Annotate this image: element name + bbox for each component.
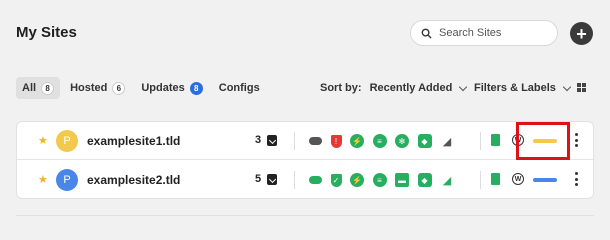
cube-icon[interactable]: ◆: [417, 173, 432, 187]
avatar: P: [56, 130, 78, 152]
divider: [16, 215, 594, 216]
cloud-icon[interactable]: [308, 137, 322, 145]
sort-value: Recently Added: [369, 82, 453, 94]
divider: [294, 171, 295, 189]
avatar: P: [56, 169, 78, 191]
database-icon[interactable]: ≡: [372, 173, 387, 187]
more-options-icon[interactable]: [574, 133, 578, 147]
updates-count[interactable]: 3: [255, 134, 278, 146]
tab-configs[interactable]: Configs: [213, 77, 266, 99]
shield-icon[interactable]: !: [330, 134, 342, 148]
label-tag[interactable]: [533, 178, 557, 182]
status-icons: ! ⚡ ≡ ✻ ◆ ◢: [308, 134, 463, 148]
sort-label: Sort by:: [320, 82, 362, 94]
site-name[interactable]: examplesite1.tld: [87, 134, 180, 148]
database-icon[interactable]: ≡: [372, 134, 387, 148]
speed-icon[interactable]: ⚡: [350, 134, 364, 148]
updates-number: 3: [255, 134, 262, 146]
divider: [294, 132, 295, 150]
settings-icon[interactable]: ✻: [395, 134, 409, 148]
tab-all[interactable]: All 8: [16, 77, 61, 99]
site-row[interactable]: ★ P examplesite1.tld 3 ! ⚡ ≡ ✻ ◆ ◢ W: [17, 122, 593, 160]
chart-icon[interactable]: ◢: [440, 134, 454, 148]
page-title: My Sites: [16, 24, 77, 41]
site-name[interactable]: examplesite2.tld: [87, 173, 180, 187]
search-icon: [421, 28, 432, 39]
updates-number: 5: [255, 173, 262, 185]
status-icons: ✓ ⚡ ≡ ▬ ◆ ◢: [308, 173, 463, 187]
more-options-icon[interactable]: [574, 172, 578, 186]
cloud-icon[interactable]: [308, 176, 322, 184]
divider: [480, 171, 481, 189]
filters-dropdown[interactable]: Filters & Labels: [474, 82, 572, 94]
tab-hosted[interactable]: Hosted 6: [64, 77, 131, 99]
add-site-button[interactable]: +: [570, 22, 593, 45]
wordpress-icon[interactable]: W: [512, 173, 524, 185]
sort-dropdown[interactable]: Sort by: Recently Added: [320, 82, 468, 94]
cube-icon[interactable]: ◆: [417, 134, 432, 148]
highlight-box: [516, 122, 570, 160]
tab-label: Hosted: [70, 82, 108, 94]
chevron-down-icon: [562, 82, 572, 91]
search-input[interactable]: [439, 27, 549, 39]
tab-updates[interactable]: Updates 8: [135, 77, 208, 99]
sites-list: ★ P examplesite1.tld 3 ! ⚡ ≡ ✻ ◆ ◢ W ★ P…: [16, 121, 594, 199]
download-icon: [267, 173, 278, 185]
filters-label: Filters & Labels: [474, 82, 556, 94]
search-box[interactable]: [410, 20, 558, 46]
document-icon[interactable]: [491, 173, 500, 185]
tab-count: 8: [41, 81, 55, 95]
updates-count[interactable]: 5: [255, 173, 278, 185]
site-row[interactable]: ★ P examplesite2.tld 5 ✓ ⚡ ≡ ▬ ◆ ◢ W: [17, 161, 593, 199]
star-icon[interactable]: ★: [38, 134, 48, 147]
document-icon[interactable]: [491, 134, 500, 146]
tab-count: 6: [112, 81, 126, 95]
download-icon: [267, 134, 278, 146]
tab-count: 8: [189, 81, 203, 95]
tab-label: Updates: [141, 82, 185, 94]
grid-view-icon[interactable]: [577, 83, 586, 92]
tab-label: All: [22, 82, 37, 94]
server-icon[interactable]: ▬: [395, 173, 409, 187]
shield-icon[interactable]: ✓: [330, 173, 342, 187]
tab-label: Configs: [218, 82, 260, 94]
chevron-down-icon: [459, 82, 468, 91]
star-icon[interactable]: ★: [38, 173, 48, 186]
chart-icon[interactable]: ◢: [440, 173, 454, 187]
divider: [480, 132, 481, 150]
speed-icon[interactable]: ⚡: [350, 173, 364, 187]
filter-tabs: All 8 Hosted 6 Updates 8 Configs: [16, 77, 270, 99]
